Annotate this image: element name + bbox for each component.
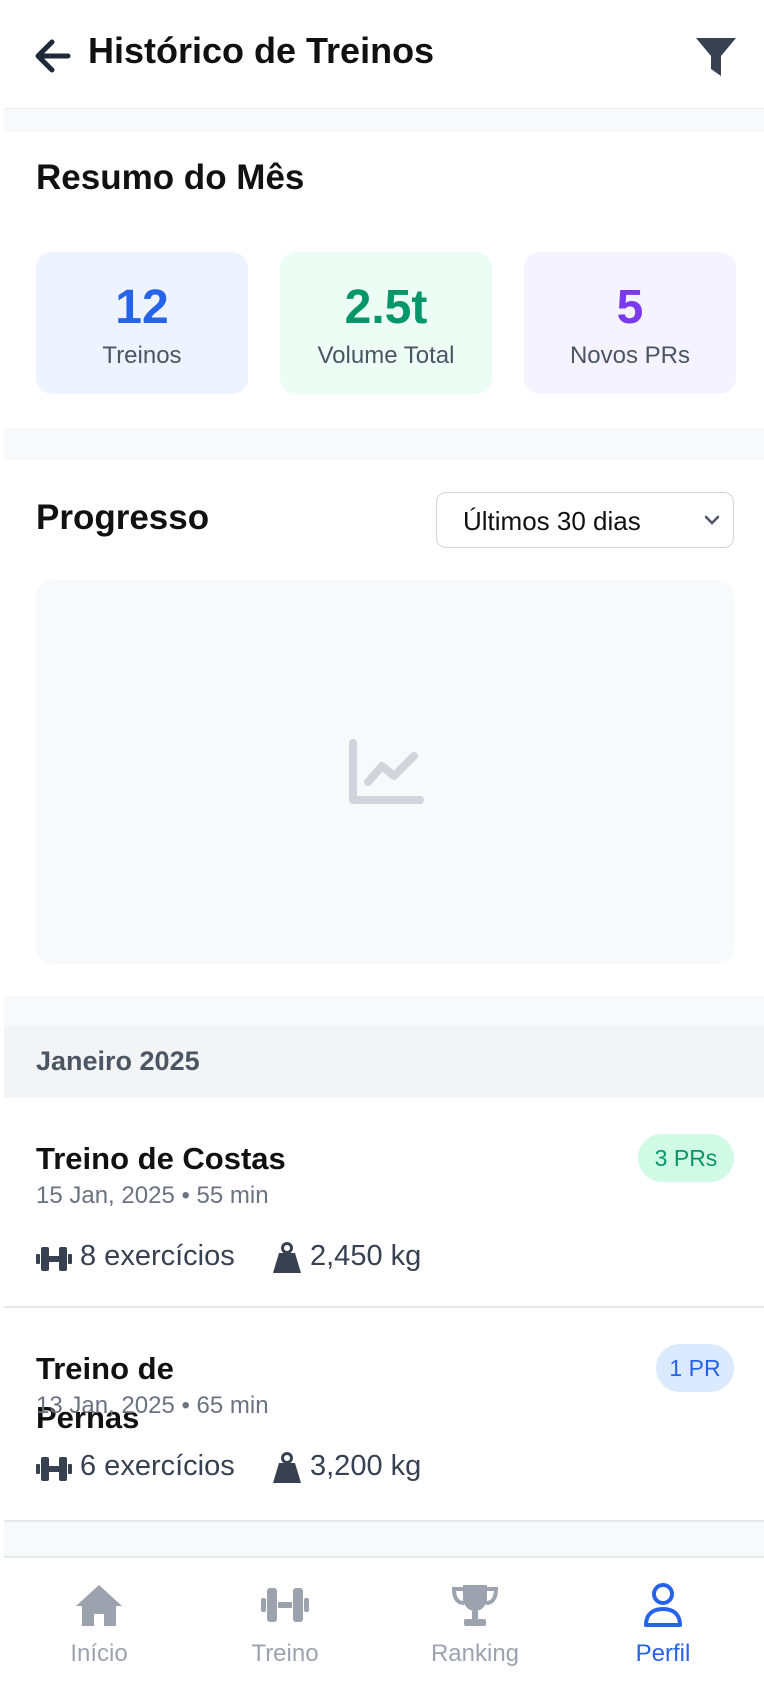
monthly-summary-card: Resumo do Mês 12 Treinos 2.5t Volume Tot… (4, 132, 764, 428)
home-icon (76, 1585, 122, 1626)
workout-item[interactable]: Treino de Costas 15 Jan, 2025 • 55 min 3… (4, 1098, 764, 1308)
dumbbell-icon (36, 1247, 72, 1271)
workout-item[interactable]: Treino de Pernas 13 Jan, 2025 • 65 min 1… (4, 1308, 764, 1522)
dumbbell-icon (261, 1588, 309, 1622)
stat-volume: 2.5t Volume Total (280, 252, 492, 394)
arrow-left-icon[interactable] (32, 36, 74, 76)
workout-name: Treino de Costas (36, 1141, 286, 1176)
stat-value: 5 (616, 281, 644, 334)
exercise-count: 6 exercícios (80, 1450, 235, 1482)
nav-label: Ranking (430, 1640, 520, 1667)
total-volume: 3,200 kg (310, 1450, 422, 1482)
pr-badge: 1 PR (656, 1344, 734, 1392)
stat-label: Novos PRs (569, 342, 691, 369)
stat-value: 12 (115, 281, 169, 334)
stat-label: Treinos (102, 342, 182, 369)
top-bar: Histórico de Treinos (4, 0, 764, 109)
stat-label: Volume Total (317, 342, 455, 369)
stat-workouts: 12 Treinos (36, 252, 248, 394)
filter-icon[interactable] (694, 36, 738, 78)
month-label: Janeiro 2025 (36, 1046, 200, 1076)
bottom-navigation: Início Treino Ranking Perfil (4, 1556, 764, 1682)
workout-meta: 15 Jan, 2025 • 55 min (36, 1182, 269, 1209)
user-icon (644, 1583, 682, 1627)
progress-title: Progresso (36, 498, 210, 537)
nav-label: Início (70, 1640, 128, 1667)
stat-prs: 5 Novos PRs (524, 252, 736, 394)
summary-title: Resumo do Mês (36, 158, 305, 197)
chevron-down-icon (704, 515, 720, 525)
weight-icon (273, 1452, 301, 1483)
nav-item-perfil[interactable]: Perfil (568, 1558, 758, 1682)
exercise-count: 8 exercícios (80, 1240, 235, 1272)
pr-badge: 3 PRs (638, 1134, 734, 1182)
progress-chart-placeholder (36, 580, 734, 964)
nav-label: Perfil (635, 1640, 691, 1667)
month-section-header: Janeiro 2025 (4, 1026, 764, 1098)
total-volume: 2,450 kg (310, 1240, 422, 1272)
nav-label: Treino (251, 1640, 319, 1667)
page-title: Histórico de Treinos (88, 30, 435, 71)
nav-item-inicio[interactable]: Início (4, 1558, 194, 1682)
range-select-value: Últimos 30 dias (463, 506, 641, 536)
nav-item-treino[interactable]: Treino (190, 1558, 380, 1682)
workout-meta: 13 Jan, 2025 • 65 min (36, 1392, 269, 1419)
weight-icon (273, 1242, 301, 1273)
app-frame: Histórico de Treinos Resumo do Mês 12 Tr… (4, 0, 764, 1682)
trophy-icon (451, 1585, 499, 1626)
range-select[interactable]: Últimos 30 dias (436, 492, 734, 548)
progress-card: Progresso Últimos 30 dias (4, 460, 764, 996)
nav-item-ranking[interactable]: Ranking (380, 1558, 570, 1682)
line-chart-icon (349, 739, 424, 804)
dumbbell-icon (36, 1457, 72, 1481)
stat-value: 2.5t (344, 281, 428, 334)
